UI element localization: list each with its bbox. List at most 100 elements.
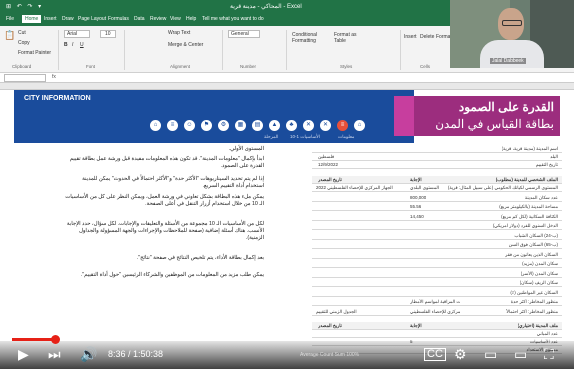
- styles-group-label: Styles: [340, 64, 353, 69]
- font-size-select[interactable]: 10: [100, 30, 116, 38]
- tab-data[interactable]: Data: [134, 16, 145, 22]
- table-row[interactable]: الدخل السنوي للفرد (دولار أمريكي): [312, 222, 562, 230]
- row-answer[interactable]: المجلات المراقبة لمواسم الأمطار: [410, 299, 460, 305]
- tab-formulas[interactable]: Formulas: [108, 16, 129, 22]
- row-answer[interactable]: 800,000: [410, 195, 426, 200]
- star-icon[interactable]: ≡: [337, 120, 348, 131]
- row-label: منظور المخاطر: أكثر احتمالاً: [506, 308, 558, 314]
- row-answer[interactable]: 55.56: [410, 204, 421, 209]
- table-row[interactable]: سكان المدن (مزيد): [312, 260, 562, 268]
- table-row[interactable]: منظور المخاطر: أكثر حدة المجلات المراقبة …: [312, 298, 562, 306]
- fullscreen-icon[interactable]: ⛶: [544, 346, 554, 363]
- format-painter-button[interactable]: Format Painter: [18, 50, 51, 56]
- insert-cells-button[interactable]: Insert: [404, 34, 417, 40]
- row-answer[interactable]: المستوى البلدي: [410, 185, 439, 191]
- table-row[interactable]: مساحة المدينة (بالكيلومتر مربع) 55.56: [312, 203, 562, 211]
- row-label: سكان الريف (سكان): [519, 280, 558, 285]
- table-row[interactable]: (ب-24) السكان الشباب: [312, 232, 562, 240]
- table-row[interactable]: السكان غير المواطنين (٪): [312, 289, 562, 297]
- next-icon[interactable]: ⏭: [48, 346, 61, 363]
- table-row[interactable]: المستوى الرسمي لكيانك الحكومي (على سبيل …: [312, 184, 562, 192]
- tab-home[interactable]: Home: [22, 15, 42, 23]
- play-icon[interactable]: ▶: [18, 346, 29, 363]
- paste-icon[interactable]: 📋: [4, 30, 15, 41]
- tab-page-layout[interactable]: Page Layout: [78, 16, 106, 22]
- tell-me-search[interactable]: Tell me what you want to do: [202, 16, 264, 22]
- row-answer[interactable]: الجهاز المركزي للإحصاء الفلسطيني: [410, 309, 460, 315]
- tab-help[interactable]: Help: [186, 16, 196, 22]
- table-row[interactable]: عدد سكان المدينة 800,000: [312, 194, 562, 202]
- table-row[interactable]: سكان المدن (الأسر): [312, 270, 562, 278]
- merge-center-button[interactable]: Merge & Center: [168, 42, 203, 48]
- instruction-bullet: بعد إكمال بطاقة الأداء، يتم تلخيص النتائ…: [136, 255, 264, 261]
- captions-icon[interactable]: CC: [424, 348, 446, 361]
- bold-button[interactable]: B: [64, 42, 68, 48]
- close-icon[interactable]: ✕: [320, 120, 331, 131]
- tab-insert[interactable]: Insert: [44, 16, 57, 22]
- tab-file[interactable]: File: [6, 16, 14, 22]
- col-header: ملف المدينة (اختياري): [517, 323, 558, 328]
- underline-button[interactable]: U: [80, 42, 84, 48]
- progress-fill: [12, 338, 55, 341]
- conditional-formatting-button[interactable]: Conditional Formatting: [292, 32, 332, 44]
- home-icon[interactable]: ⌂: [150, 120, 161, 131]
- tab-draw[interactable]: Draw: [62, 16, 74, 22]
- name-box[interactable]: [4, 74, 46, 82]
- presenter-glasses: [502, 20, 522, 26]
- close-icon[interactable]: ✕: [303, 120, 314, 131]
- video-progress-bar[interactable]: [12, 335, 562, 344]
- number-format-select[interactable]: General: [228, 30, 260, 38]
- nav-sub-label: الأساسيات 1-10: [290, 134, 320, 139]
- chart-icon[interactable]: ▲: [269, 120, 280, 131]
- list-icon[interactable]: ≡: [167, 120, 178, 131]
- nav-banner: CITY INFORMATION ⌂ ≡ ☺ ⚑ ⚙ ▦ ▤ ▲ ♣ ✕ ✕ ≡…: [14, 90, 414, 143]
- tree-icon[interactable]: ♣: [286, 120, 297, 131]
- grid-icon[interactable]: ▦: [235, 120, 246, 131]
- book-icon[interactable]: ▤: [252, 120, 263, 131]
- window-title: المحاكي - مدينة قرية - Excel: [230, 4, 302, 10]
- wrap-text-button[interactable]: Wrap Text: [168, 30, 190, 36]
- presenter-name: Jalal Dabbeek: [490, 58, 526, 64]
- row-source[interactable]: الجهاز المركزي للإحصاء الفلسطيني 2022: [316, 185, 393, 191]
- row-answer[interactable]: 14,450: [410, 214, 424, 219]
- table-row[interactable]: السكان الذين يعانون من فقر: [312, 251, 562, 259]
- row-label: السكان الذين يعانون من فقر: [505, 251, 558, 257]
- ribbon-separator: [124, 30, 125, 70]
- delete-cells-button[interactable]: Delete: [420, 34, 434, 40]
- table-row[interactable]: الكثافة السكانية (لكل كم مربع) 14,450: [312, 213, 562, 221]
- gear-icon[interactable]: ⚙: [218, 120, 229, 131]
- flag-icon[interactable]: ⚑: [201, 120, 212, 131]
- home-icon[interactable]: ⌂: [354, 120, 365, 131]
- table-row[interactable]: (ب-65) السكان فوق السن: [312, 241, 562, 249]
- row-source[interactable]: الجدول الزمني للتقييم: [316, 309, 357, 315]
- row-label: منظور المخاطر: أكثر حدة: [510, 299, 558, 304]
- gear-icon[interactable]: ⚙: [454, 346, 467, 363]
- banner-title: القدرة على الصمود: [458, 100, 554, 114]
- excel-status-bar: Average Count Sum 100%: [300, 352, 360, 358]
- miniplayer-icon[interactable]: ▭: [484, 346, 497, 363]
- people-icon[interactable]: ☺: [184, 120, 195, 131]
- row-label: مساحة المدينة (بالكيلومتر مربع): [499, 204, 558, 209]
- theater-icon[interactable]: ▭: [514, 346, 527, 363]
- table-row[interactable]: سكان الريف (سكان): [312, 279, 562, 287]
- volume-icon[interactable]: 🔊: [80, 346, 97, 363]
- quick-access-toolbar[interactable]: ⊞ ↶ ↷ ▾: [6, 3, 43, 10]
- format-as-table-button[interactable]: Format as Table: [334, 32, 364, 44]
- tab-view[interactable]: View: [170, 16, 181, 22]
- copy-button[interactable]: Copy: [18, 40, 30, 46]
- info-row: تاريخ التقييم 12/9/2022: [312, 161, 562, 169]
- scrubber-handle[interactable]: [50, 335, 60, 344]
- table-row[interactable]: منظور المخاطر: أكثر احتمالاً الجهاز المرك…: [312, 308, 562, 316]
- instruction-bullet: لكل من الأساسيات الـ 10 مجموعة من الأسئل…: [66, 221, 264, 241]
- worksheet[interactable]: CITY INFORMATION ⌂ ≡ ☺ ⚑ ⚙ ▦ ▤ ▲ ♣ ✕ ✕ ≡…: [0, 90, 574, 354]
- tab-review[interactable]: Review: [150, 16, 166, 22]
- col-header: الإجابة: [410, 323, 422, 328]
- italic-button[interactable]: I: [72, 42, 73, 48]
- formula-bar: fx: [0, 73, 574, 83]
- ribbon-separator: [286, 30, 287, 70]
- cut-button[interactable]: Cut: [18, 30, 26, 36]
- clipboard-group-label: Clipboard: [12, 64, 32, 69]
- table-row[interactable]: عدد المباني: [312, 330, 562, 338]
- fx-icon[interactable]: fx: [52, 74, 56, 80]
- font-name-select[interactable]: Arial: [64, 30, 91, 38]
